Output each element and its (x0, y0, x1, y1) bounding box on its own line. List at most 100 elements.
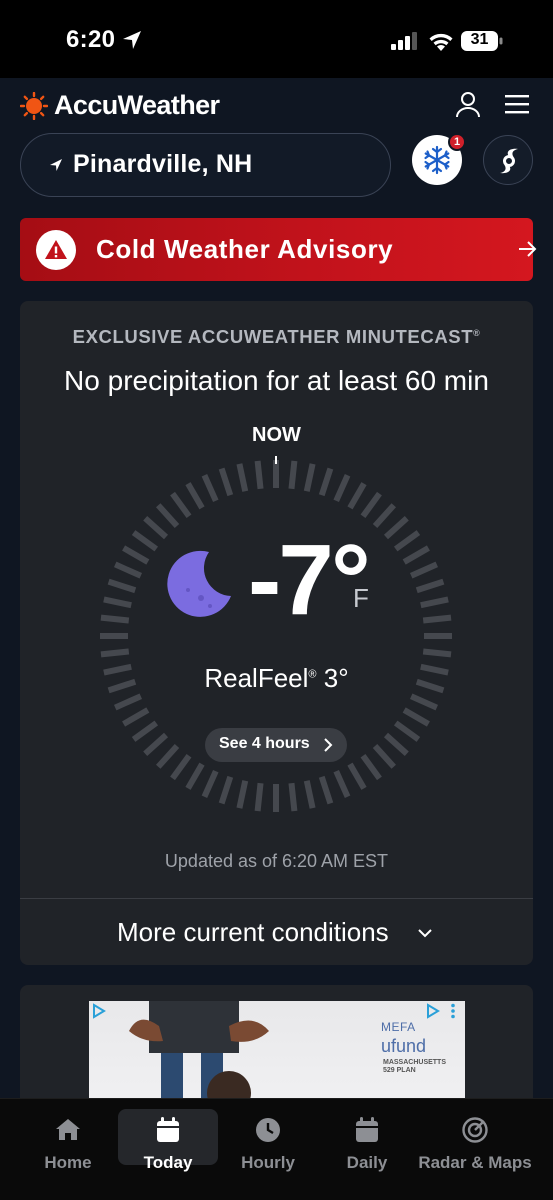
dial-tick (185, 762, 205, 790)
see-hours-label: See 4 hours (219, 735, 310, 752)
dial-tick (383, 732, 409, 756)
dial-tick (254, 782, 264, 812)
chevron-right-icon (324, 738, 333, 752)
dial-tick (303, 463, 316, 492)
minutecast-card: EXCLUSIVE ACCUWEATHER MINUTECAST® No pre… (20, 301, 533, 965)
dial-tick (318, 775, 334, 805)
calendar-icon (356, 1117, 378, 1142)
hurricane-button[interactable] (483, 135, 533, 185)
nav-home[interactable]: Home (18, 1109, 118, 1172)
dial-tick (393, 720, 421, 742)
chevron-down-icon[interactable] (417, 925, 433, 941)
dial-tick (113, 693, 143, 711)
nav-daily[interactable]: Daily (317, 1109, 417, 1172)
nav-label: Hourly (241, 1153, 295, 1172)
app-logo[interactable]: AccuWeather (54, 90, 220, 121)
dial-tick (254, 460, 264, 490)
dial-tick (333, 473, 351, 503)
dial-tick (156, 743, 180, 769)
dial-tick (170, 491, 192, 519)
ad-product: ufund (381, 1036, 427, 1056)
realfeel-temperature: RealFeel® 3° (204, 663, 349, 693)
dial-tick (113, 561, 143, 579)
dial-tick (347, 762, 367, 790)
dial-tick (143, 516, 169, 540)
snowflake-icon (424, 145, 450, 175)
wifi-icon (429, 33, 453, 51)
minutecast-dial[interactable] (96, 456, 456, 816)
minutecast-title: EXCLUSIVE ACCUWEATHER MINUTECAST® (72, 326, 481, 347)
weather-advisory-banner[interactable]: Cold Weather Advisory (20, 218, 537, 281)
arrow-right-icon (519, 241, 537, 257)
app-header: AccuWeather (0, 78, 553, 132)
dial-tick (131, 720, 159, 742)
ad-more-icon[interactable] (450, 1003, 456, 1019)
sun-logo-icon (20, 92, 48, 120)
more-conditions-toggle[interactable]: More current conditions (117, 917, 389, 948)
last-updated: Updated as of 6:20 AM EST (164, 851, 389, 871)
dial-tick (415, 578, 445, 594)
dial-tick (409, 561, 439, 579)
location-name: Pinardville, NH (73, 150, 253, 178)
notification-badge: 1 (448, 133, 466, 151)
dial-tick (100, 648, 130, 658)
battery-level: 31 (470, 31, 489, 48)
app-screen: AccuWeather Pinardville, NH 1 Cold Weath… (0, 78, 553, 1098)
dial-tick (288, 460, 298, 490)
menu-icon[interactable] (505, 94, 529, 114)
dial-tick (122, 707, 150, 727)
see-hours-button[interactable]: See 4 hours (205, 728, 347, 762)
advisory-title: Cold Weather Advisory (96, 234, 394, 264)
dial-tick (360, 491, 382, 519)
dial-tick (383, 516, 409, 540)
nav-label: Radar & Maps (418, 1153, 532, 1172)
ad-card: MEFA ufund MASSACHUSETTS 529 PLAN (20, 985, 533, 1098)
dial-tick (402, 707, 430, 727)
dial-tick (372, 503, 396, 529)
dial-tick (402, 545, 430, 565)
dial-tick (236, 780, 249, 809)
calendar-day-icon (157, 1117, 179, 1142)
location-arrow-icon (50, 159, 62, 171)
ad-brand: MEFA (381, 1020, 416, 1034)
radar-icon (462, 1117, 488, 1143)
nav-label: Daily (346, 1153, 388, 1172)
dial-tick (218, 775, 234, 805)
status-bar: 6:20 31 (0, 0, 553, 78)
dial-tick (360, 753, 382, 781)
ad-choices-icon[interactable] (425, 1003, 441, 1019)
dial-tick (131, 530, 159, 552)
cellular-signal-icon (391, 32, 417, 50)
bottom-navigation: Home Today Hourly Daily Radar & Maps (0, 1098, 553, 1200)
advertisement-banner[interactable]: MEFA ufund MASSACHUSETTS 529 PLAN (89, 1001, 465, 1098)
home-icon (56, 1119, 80, 1140)
ad-tagline: MASSACHUSETTS 529 PLAN (383, 1059, 447, 1074)
dial-tick (201, 473, 219, 503)
nav-label: Home (44, 1153, 92, 1172)
clock-icon (256, 1118, 280, 1142)
nav-hourly[interactable]: Hourly (218, 1109, 318, 1172)
nav-today[interactable]: Today (118, 1109, 218, 1172)
moon-icon (167, 550, 231, 617)
dial-tick (185, 482, 205, 510)
dial-tick (409, 693, 439, 711)
dial-tick (170, 753, 192, 781)
ad-choices-icon[interactable] (91, 1003, 107, 1019)
nav-radar-maps[interactable]: Radar & Maps (410, 1109, 540, 1172)
current-temperature: -7° (248, 524, 371, 636)
warning-icon (36, 230, 76, 270)
hurricane-icon (500, 148, 518, 174)
user-icon[interactable] (454, 90, 482, 118)
dial-tick (100, 614, 130, 624)
dial-tick (218, 467, 234, 497)
dial-tick (420, 596, 449, 609)
dial-tick (107, 578, 137, 594)
dial-tick (103, 596, 132, 609)
divider (20, 898, 533, 899)
dial-tick (318, 467, 334, 497)
dial-tick (156, 503, 180, 529)
dial-tick (422, 648, 452, 658)
location-selector[interactable]: Pinardville, NH (20, 133, 391, 197)
dial-tick (333, 769, 351, 799)
dial-tick (122, 545, 150, 565)
